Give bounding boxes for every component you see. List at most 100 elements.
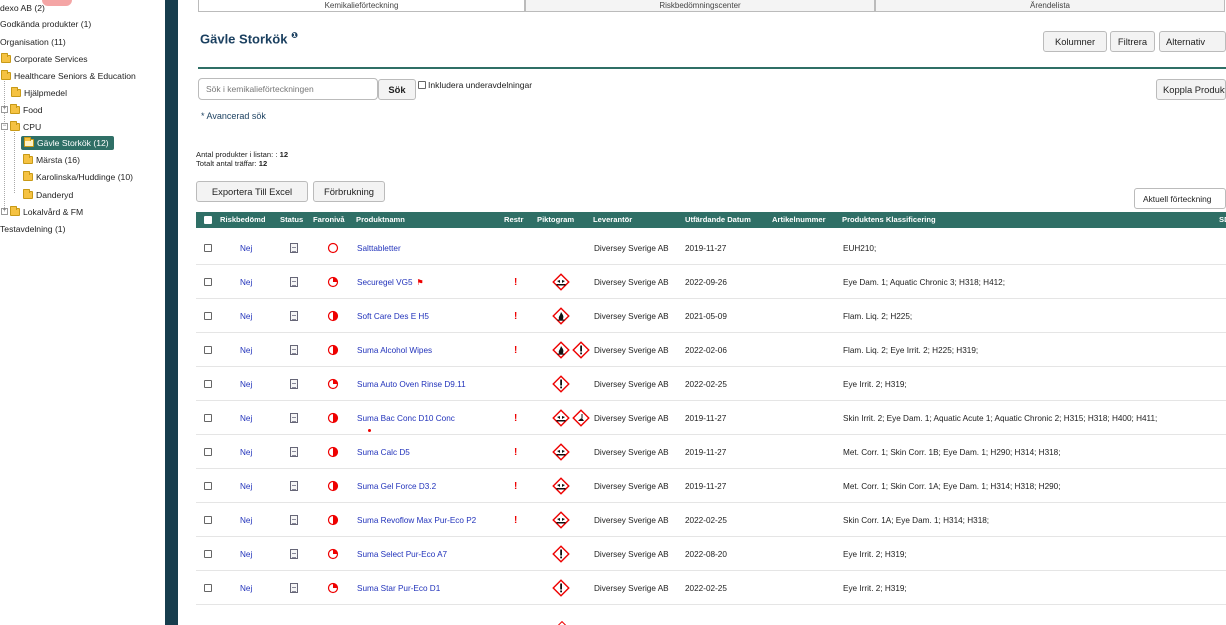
row-checkbox[interactable] (204, 414, 212, 422)
pictogram-cell (552, 537, 570, 571)
product-name-link[interactable]: Salttabletter (357, 244, 401, 253)
tab-arendelista[interactable]: Ärendelista (875, 0, 1225, 12)
riskbedomd-value[interactable]: Nej (240, 503, 252, 537)
riskbedomd-value[interactable]: Nej (240, 265, 252, 299)
tree-item[interactable]: Märsta (16) (23, 153, 80, 166)
product-name-link[interactable]: Soft Care Des E H5 (357, 312, 429, 321)
riskbedomd-value[interactable]: Nej (240, 231, 252, 265)
col-sd[interactable]: SD (1219, 212, 1226, 228)
riskbedomd-value[interactable]: Nej (240, 469, 252, 503)
filtrera-button[interactable]: Filtrera (1110, 31, 1155, 52)
col-artikelnummer[interactable]: Artikelnummer (772, 212, 826, 228)
collapse-icon[interactable]: − (1, 123, 8, 130)
tree-item[interactable]: Danderyd (23, 188, 73, 201)
tree-item[interactable]: + Food (1, 103, 43, 116)
col-status[interactable]: Status (280, 212, 303, 228)
col-leverantor[interactable]: Leverantör (593, 212, 632, 228)
riskbedomd-value[interactable]: Nej (240, 333, 252, 367)
row-checkbox[interactable] (204, 278, 212, 286)
riskbedomd-value[interactable]: Nej (240, 299, 252, 333)
tree-item[interactable]: Corporate Services (1, 52, 88, 65)
classification-value: Flam. Liq. 2; H225; (843, 311, 913, 321)
expand-icon[interactable]: + (1, 106, 8, 113)
row-checkbox[interactable] (204, 550, 212, 558)
kolumner-button[interactable]: Kolumner (1043, 31, 1107, 52)
col-produktnamn[interactable]: Produktnamn (356, 212, 405, 228)
product-name-link[interactable]: Suma Gel Force D3.2 (357, 482, 436, 491)
export-excel-button[interactable]: Exportera Till Excel (196, 181, 308, 202)
tree-item[interactable]: Healthcare Seniors & Education (1, 69, 136, 82)
select-all-checkbox[interactable] (204, 216, 212, 224)
document-icon[interactable] (290, 549, 298, 559)
faroniva-cell (327, 537, 339, 571)
tree-item-label: Danderyd (36, 189, 74, 200)
product-name-link[interactable]: Suma Auto Oven Rinse D9.11 (357, 380, 466, 389)
riskbedomd-value[interactable]: Nej (240, 571, 252, 605)
koppla-produkt-button[interactable]: Koppla Produkt (1156, 79, 1226, 100)
search-input[interactable] (198, 78, 378, 100)
forbrukning-button[interactable]: Förbrukning (313, 181, 385, 202)
document-icon[interactable] (290, 413, 298, 423)
tree-item[interactable]: Testavdelning (1) (0, 222, 65, 235)
aktuell-forteckning-select[interactable]: Aktuell förteckning (1134, 188, 1226, 209)
document-icon[interactable] (290, 583, 298, 593)
col-restr[interactable]: Restr (504, 212, 523, 228)
document-icon[interactable] (290, 447, 298, 457)
include-checkbox[interactable] (418, 81, 426, 89)
product-name-link[interactable]: Suma Bac Conc D10 Conc (357, 414, 455, 423)
row-checkbox[interactable] (204, 448, 212, 456)
product-name-link[interactable]: Suma Calc D5 (357, 448, 410, 457)
advanced-search-link[interactable]: * Avancerad sök (201, 111, 266, 121)
faroniva-cell (327, 571, 339, 605)
tree-item[interactable]: − CPU (1, 120, 41, 133)
product-name-link[interactable]: Suma Alcohol Wipes (357, 346, 432, 355)
include-subdepartments[interactable]: Inkludera underavdelningar (418, 80, 532, 90)
classification-value: Flam. Liq. 2; Eye Irrit. 2; H225; H319; (843, 345, 979, 355)
tab-kemikalieforteckning[interactable]: Kemikalieförteckning (198, 0, 525, 12)
restriction-icon: ! (514, 446, 518, 458)
product-name-link[interactable]: Securegel VG5 (357, 278, 413, 287)
tree-item[interactable]: Gävle Storkök (12) (21, 136, 114, 150)
row-checkbox[interactable] (204, 482, 212, 490)
col-faroniva[interactable]: Faronivå (313, 212, 345, 228)
status-cell (290, 231, 298, 265)
document-icon[interactable] (290, 243, 298, 253)
riskbedomd-value[interactable]: Nej (240, 367, 252, 401)
expand-icon[interactable]: + (1, 208, 8, 215)
tree-item[interactable]: + Lokalvård & FM (1, 205, 83, 218)
tree-item[interactable]: dexo AB (2) (0, 1, 45, 14)
tab-riskbedomningscenter[interactable]: Riskbedömningscenter (525, 0, 875, 12)
product-name-link[interactable]: Suma Select Pur-Eco A7 (357, 550, 447, 559)
product-name-link[interactable]: Suma Revoflow Max Pur-Eco P2 (357, 516, 476, 525)
riskbedomd-value[interactable]: Nej (240, 435, 252, 469)
info-icon[interactable]: ❶ (291, 31, 298, 40)
riskbedomd-value[interactable]: Nej (240, 401, 252, 435)
pictogram-cell (552, 367, 570, 401)
col-riskbedomd[interactable]: Riskbedömd (220, 212, 266, 228)
row-checkbox[interactable] (204, 380, 212, 388)
document-icon[interactable] (290, 481, 298, 491)
row-checkbox[interactable] (204, 346, 212, 354)
product-name-link[interactable]: Suma Star Pur-Eco D1 (357, 584, 440, 593)
document-icon[interactable] (290, 379, 298, 389)
page-title: Gävle Storkök ❶ (200, 31, 298, 46)
col-klassificering[interactable]: Produktens Klassificering (842, 212, 936, 228)
tree-item[interactable]: Hjälpmedel (11, 86, 67, 99)
tree-item[interactable]: Organisation (11) (0, 35, 66, 48)
col-utfardande-datum[interactable]: Utfärdande Datum (685, 212, 751, 228)
tree-item[interactable]: Godkända produkter (1) (0, 17, 91, 30)
row-checkbox[interactable] (204, 312, 212, 320)
folder-icon (10, 205, 20, 216)
row-checkbox[interactable] (204, 584, 212, 592)
col-piktogram[interactable]: Piktogram (537, 212, 574, 228)
document-icon[interactable] (290, 277, 298, 287)
row-checkbox[interactable] (204, 244, 212, 252)
tree-item[interactable]: Karolinska/Huddinge (10) (23, 170, 133, 183)
document-icon[interactable] (290, 515, 298, 525)
riskbedomd-value[interactable]: Nej (240, 537, 252, 571)
alternativ-button[interactable]: Alternativ (1159, 31, 1226, 52)
search-button[interactable]: Sök (378, 79, 416, 100)
document-icon[interactable] (290, 311, 298, 321)
row-checkbox[interactable] (204, 516, 212, 524)
document-icon[interactable] (290, 345, 298, 355)
